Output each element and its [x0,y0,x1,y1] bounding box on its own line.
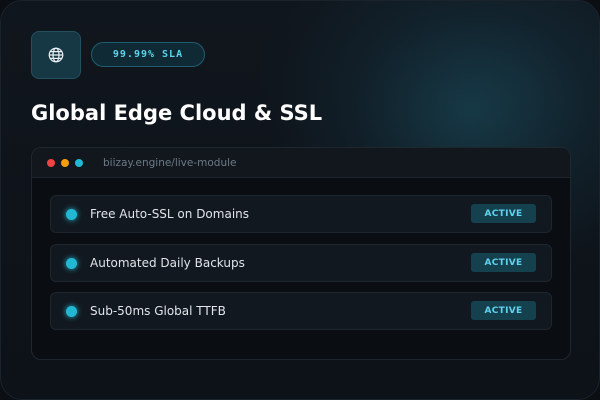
status-dot-icon [66,209,77,220]
status-badge: ACTIVE [471,253,536,272]
feature-label: Automated Daily Backups [90,256,245,270]
status-badge: ACTIVE [471,301,536,320]
list-item: Automated Daily Backups ACTIVE [50,244,552,282]
window-close-dot[interactable] [47,159,55,167]
feature-label: Sub-50ms Global TTFB [90,304,226,318]
feature-card: 99.99% SLA Global Edge Cloud & SSL biiza… [0,0,600,400]
window-url: biizay.engine/live-module [103,157,237,169]
list-item: Sub-50ms Global TTFB ACTIVE [50,292,552,330]
window-titlebar: biizay.engine/live-module [32,148,570,178]
globe-icon [48,47,64,63]
sla-badge: 99.99% SLA [91,42,205,67]
list-item: Free Auto-SSL on Domains ACTIVE [50,195,552,233]
status-dot-icon [66,258,77,269]
status-dot-icon [66,306,77,317]
page-title: Global Edge Cloud & SSL [31,101,323,125]
feature-label: Free Auto-SSL on Domains [90,207,250,221]
status-badge: ACTIVE [471,204,536,223]
globe-icon-tile [31,31,81,79]
window-zoom-dot[interactable] [75,159,83,167]
window-minimize-dot[interactable] [61,159,69,167]
live-module-window: biizay.engine/live-module Free Auto-SSL … [31,147,571,360]
